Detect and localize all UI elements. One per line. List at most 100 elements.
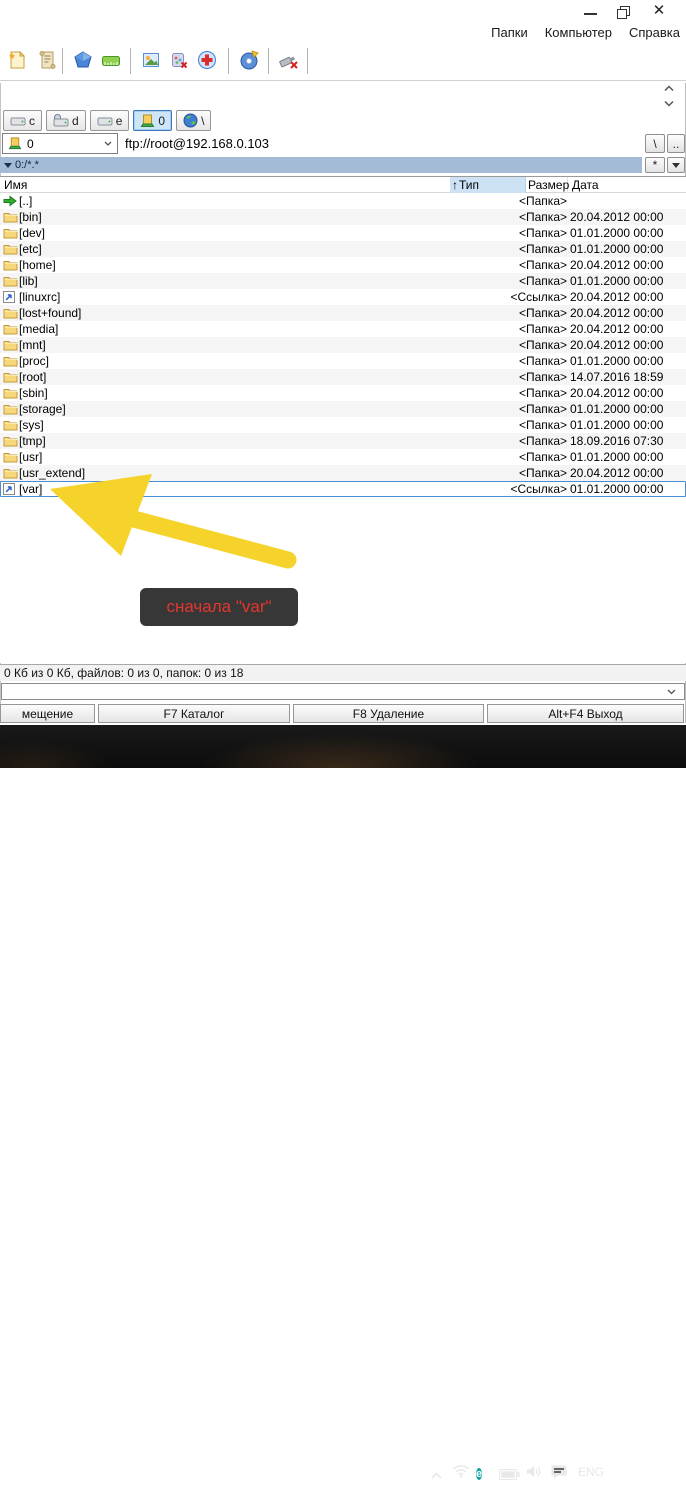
fkey-button-move[interactable]: мещение	[0, 704, 95, 723]
table-row[interactable]: [media]<Папка>20.04.2012 00:00	[0, 321, 686, 337]
table-row[interactable]: [root]<Папка>14.07.2016 18:59	[0, 369, 686, 385]
column-header-date[interactable]: Дата	[572, 178, 599, 192]
file-type-size: <Папка>	[455, 434, 567, 448]
table-row[interactable]: [mnt]<Папка>20.04.2012 00:00	[0, 337, 686, 353]
log-scroll-icon[interactable]	[36, 49, 58, 71]
status-bar: 0 Кб из 0 Кб, файлов: 0 из 0, папок: 0 и…	[0, 664, 686, 681]
tray-battery-icon[interactable]	[499, 1467, 520, 1485]
fkey-button-exit[interactable]: Alt+F4 Выход	[487, 704, 684, 723]
toolbar-separator	[228, 48, 229, 74]
table-row[interactable]: [tmp]<Папка>18.09.2016 07:30	[0, 433, 686, 449]
network-drive-icon	[53, 114, 69, 127]
file-date: 20.04.2012 00:00	[567, 386, 686, 400]
parent-dir-button[interactable]: ..	[667, 134, 685, 153]
first-aid-icon[interactable]	[196, 49, 218, 71]
folder-icon	[0, 387, 19, 399]
command-combobox[interactable]	[1, 683, 685, 700]
drive-button-e[interactable]: e	[90, 110, 130, 131]
drive-button-network[interactable]: \	[176, 110, 211, 131]
image-viewer-icon[interactable]	[140, 49, 162, 71]
table-row[interactable]: [etc]<Папка>01.01.2000 00:00	[0, 241, 686, 257]
file-type-size: <Ссылка>	[455, 482, 567, 496]
folder-icon	[0, 243, 19, 255]
folder-icon	[0, 339, 19, 351]
tray-chevron-up-icon[interactable]	[430, 1467, 443, 1485]
file-date: 20.04.2012 00:00	[567, 338, 686, 352]
app-window: ✕ Папки Компьютер Справка	[0, 0, 686, 768]
table-row[interactable]: [storage]<Папка>01.01.2000 00:00	[0, 401, 686, 417]
tray-language-indicator[interactable]: ENG	[578, 1465, 604, 1479]
column-header-size[interactable]: Размер	[528, 178, 569, 192]
tray-notifications-icon[interactable]	[551, 1465, 567, 1484]
table-row[interactable]: [home]<Папка>20.04.2012 00:00	[0, 257, 686, 273]
new-file-icon[interactable]	[6, 49, 28, 71]
folder-icon	[0, 467, 19, 479]
folder-icon	[0, 275, 19, 287]
file-date: 18.09.2016 07:30	[567, 434, 686, 448]
table-row[interactable]: [usr_extend]<Папка>20.04.2012 00:00	[0, 465, 686, 481]
drive-button-c[interactable]: c	[3, 110, 42, 131]
path-history-button[interactable]	[667, 157, 685, 173]
restore-button[interactable]	[617, 6, 630, 19]
file-date: 01.01.2000 00:00	[567, 402, 686, 416]
file-name: [etc]	[19, 242, 455, 256]
toolbar-separator	[307, 48, 308, 74]
cd-burn-icon[interactable]	[238, 49, 260, 71]
table-row[interactable]: [proc]<Папка>01.01.2000 00:00	[0, 353, 686, 369]
table-row[interactable]: [dev]<Папка>01.01.2000 00:00	[0, 225, 686, 241]
filter-button[interactable]: *	[645, 157, 665, 173]
chevron-up-icon[interactable]	[664, 85, 674, 92]
table-row[interactable]: [usr]<Папка>01.01.2000 00:00	[0, 449, 686, 465]
file-date: 20.04.2012 00:00	[567, 210, 686, 224]
ftp-path: ftp://root@192.168.0.103	[125, 136, 269, 151]
minimize-button[interactable]	[584, 13, 597, 15]
ftp-drive-combo[interactable]: 0	[2, 133, 118, 154]
column-header-name[interactable]: Имя	[4, 178, 27, 192]
file-type-size: <Папка>	[455, 194, 567, 208]
menu-item-computer[interactable]: Компьютер	[545, 25, 612, 40]
file-type-size: <Папка>	[455, 306, 567, 320]
ftp-folder-icon	[8, 137, 22, 150]
tray-time: 7:38	[606, 1456, 672, 1471]
menu-bar: Папки Компьютер Справка	[0, 22, 686, 42]
tray-date: 18.09.2016	[606, 1471, 672, 1485]
chevron-down-icon[interactable]	[664, 100, 674, 107]
menu-item-folders[interactable]: Папки	[491, 25, 528, 40]
file-type-size: <Папка>	[455, 226, 567, 240]
table-row[interactable]: [var]<Ссылка>01.01.2000 00:00	[0, 481, 686, 497]
folder-icon	[0, 307, 19, 319]
ruler-icon[interactable]	[100, 49, 122, 71]
root-dir-button[interactable]: \	[645, 134, 665, 153]
drive-button-ftp-0[interactable]: 0	[133, 110, 172, 131]
defragment-icon[interactable]	[72, 49, 94, 71]
link-icon	[0, 291, 19, 303]
column-header-type[interactable]: ↑ Тип	[450, 177, 526, 193]
package-delete-icon[interactable]	[168, 49, 190, 71]
drive-button-d[interactable]: d	[46, 110, 86, 131]
file-type-size: <Папка>	[455, 210, 567, 224]
fkey-button-f8-delete[interactable]: F8 Удаление	[293, 704, 484, 723]
usb-eject-icon[interactable]	[278, 49, 300, 71]
current-path-bar[interactable]: 0:/*.*	[0, 157, 642, 173]
column-header-type-label: Тип	[459, 178, 479, 192]
tray-clock[interactable]: 7:38 18.09.2016	[606, 1456, 672, 1485]
table-row[interactable]: [linuxrc]<Ссылка>20.04.2012 00:00	[0, 289, 686, 305]
tray-volume-icon[interactable]	[526, 1465, 543, 1483]
menu-item-help[interactable]: Справка	[629, 25, 680, 40]
close-button[interactable]: ✕	[650, 2, 668, 20]
toolbar-scroll-control[interactable]	[660, 83, 678, 109]
file-date: 01.01.2000 00:00	[567, 450, 686, 464]
fkey-button-f7-mkdir[interactable]: F7 Каталог	[98, 704, 290, 723]
table-row[interactable]: [sys]<Папка>01.01.2000 00:00	[0, 417, 686, 433]
table-row[interactable]: [sbin]<Папка>20.04.2012 00:00	[0, 385, 686, 401]
file-name: [sbin]	[19, 386, 455, 400]
folder-icon	[0, 355, 19, 367]
tray-wifi-icon[interactable]	[452, 1464, 470, 1483]
table-row[interactable]: [bin]<Папка>20.04.2012 00:00	[0, 209, 686, 225]
restore-icon	[617, 6, 630, 19]
table-row[interactable]: [..]<Папка>	[0, 193, 686, 209]
file-name: [linuxrc]	[19, 290, 455, 304]
table-row[interactable]: [lost+found]<Папка>20.04.2012 00:00	[0, 305, 686, 321]
table-row[interactable]: [lib]<Папка>01.01.2000 00:00	[0, 273, 686, 289]
tray-antivirus-icon[interactable]: e	[476, 1464, 482, 1482]
